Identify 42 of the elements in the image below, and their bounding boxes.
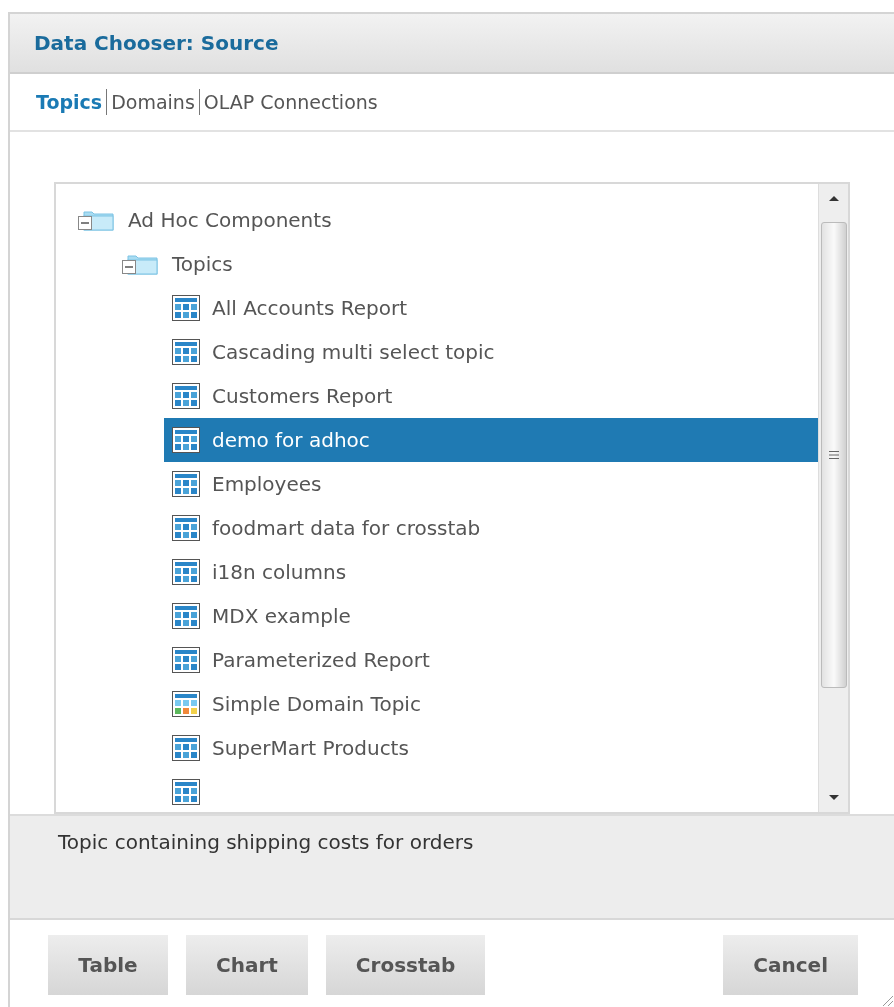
collapse-icon[interactable]	[78, 216, 92, 230]
scrollbar[interactable]	[818, 184, 848, 812]
table-icon	[172, 559, 200, 585]
scroll-down-icon[interactable]	[827, 794, 840, 802]
tree-item[interactable]: Employees	[164, 462, 818, 506]
description-text: Topic containing shipping costs for orders	[58, 830, 474, 854]
dialog-button[interactable]: Chart	[186, 935, 308, 995]
tree-item[interactable]: demo for adhoc	[164, 418, 818, 462]
tab[interactable]: Topics	[32, 91, 107, 113]
tree-item[interactable]: i18n columns	[164, 550, 818, 594]
grip-icon	[827, 450, 840, 460]
tree-item[interactable]: All Accounts Report	[164, 286, 818, 330]
dialog-button[interactable]: Crosstab	[325, 935, 486, 995]
table-icon	[172, 295, 200, 321]
table-icon	[172, 427, 200, 453]
colored-table-icon	[172, 691, 200, 717]
tree-item[interactable]: Simple Domain Topic	[164, 682, 818, 726]
tree-item[interactable]: Ad Hoc Components	[76, 198, 818, 242]
dialog-button[interactable]: Table	[48, 935, 168, 995]
tab[interactable]: OLAP Connections	[199, 91, 382, 113]
table-icon	[172, 603, 200, 629]
table-icon	[172, 515, 200, 541]
scrollbar-thumb[interactable]	[820, 222, 847, 688]
tree-item[interactable]: Customers Report	[164, 374, 818, 418]
table-icon	[172, 779, 200, 805]
tree-item[interactable]: SuperMart Products	[164, 726, 818, 770]
tab[interactable]: Domains	[107, 91, 199, 113]
dialog-title: Data Chooser: Source	[34, 31, 279, 55]
tree-item[interactable]: Topics	[120, 242, 818, 286]
tree-item[interactable]: foodmart data for crosstab	[164, 506, 818, 550]
collapse-icon[interactable]	[122, 260, 136, 274]
tree-item[interactable]: MDX example	[164, 594, 818, 638]
tree-item[interactable]: Cascading multi select topic	[164, 330, 818, 374]
table-icon	[172, 339, 200, 365]
resize-grip-icon[interactable]	[880, 993, 894, 1007]
scroll-up-icon[interactable]	[827, 194, 840, 202]
tree-item[interactable]: Parameterized Report	[164, 638, 818, 682]
table-icon	[172, 735, 200, 761]
table-icon	[172, 471, 200, 497]
table-icon	[172, 647, 200, 673]
table-icon	[172, 383, 200, 409]
cancel-button[interactable]: Cancel	[723, 935, 858, 995]
